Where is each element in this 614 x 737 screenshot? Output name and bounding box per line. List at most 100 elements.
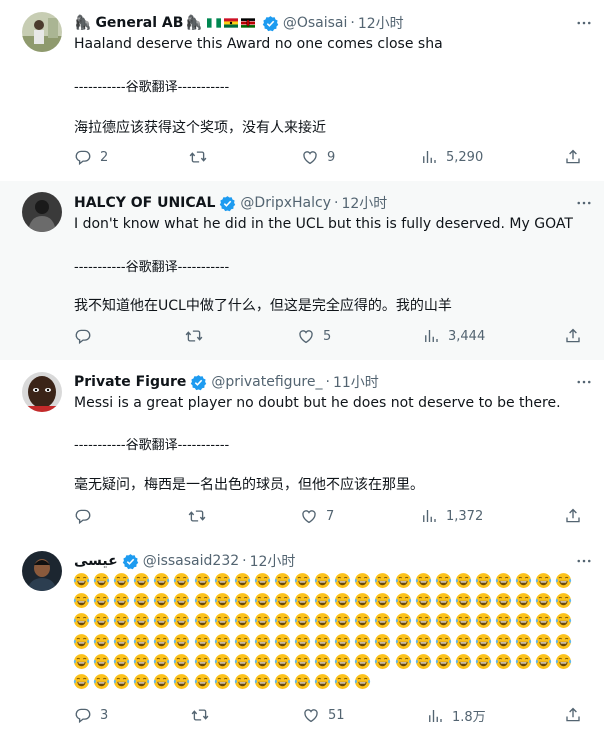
share-button[interactable] [564, 706, 582, 724]
face-with-tears-of-joy-icon [374, 633, 391, 650]
tweet-card[interactable]: عيسى @issasaid232 · 12小时 3 51 1.8万 [0, 539, 604, 737]
face-with-tears-of-joy-icon [194, 612, 211, 629]
face-with-tears-of-joy-icon [535, 592, 552, 609]
tweet-card[interactable]: 🦍 General AB 🦍 @Osaisai · 12小时 Haaland d… [0, 0, 604, 182]
tweet-header: عيسى @issasaid232 · 12小时 [74, 551, 295, 571]
retweet-icon [188, 507, 206, 525]
display-name[interactable]: Private Figure [74, 374, 186, 390]
flag-kenya-icon [240, 18, 255, 28]
retweet-button[interactable] [188, 507, 214, 525]
display-name[interactable]: عيسى [74, 553, 118, 569]
timestamp[interactable]: 11小时 [333, 372, 379, 392]
face-with-tears-of-joy-icon [214, 673, 231, 690]
tweet-card[interactable]: Private Figure @privatefigure_ · 11小时 Me… [0, 360, 604, 540]
display-name[interactable]: General AB [95, 15, 183, 31]
user-handle[interactable]: @privatefigure_ [211, 374, 322, 390]
retweet-button[interactable] [189, 148, 215, 166]
reply-button[interactable]: 3 [74, 706, 108, 724]
face-with-tears-of-joy-icon [475, 572, 492, 589]
face-with-tears-of-joy-icon [234, 572, 251, 589]
separator-dot: · [334, 195, 339, 211]
user-handle[interactable]: @Osaisai [283, 15, 348, 31]
tweet-text: I don't know what he did in the UCL but … [74, 216, 573, 232]
views-count: 1,372 [446, 508, 484, 524]
emoji-row [73, 653, 575, 670]
face-with-tears-of-joy-icon [455, 592, 472, 609]
views-button[interactable]: 3,444 [422, 327, 485, 345]
face-with-tears-of-joy-icon [153, 572, 170, 589]
like-button[interactable]: 9 [301, 148, 335, 166]
face-with-tears-of-joy-icon [93, 673, 110, 690]
timestamp[interactable]: 12小时 [250, 551, 296, 571]
face-with-tears-of-joy-icon [374, 592, 391, 609]
face-with-tears-of-joy-icon [153, 592, 170, 609]
emoji-row [73, 572, 575, 589]
views-count: 1.8万 [452, 710, 486, 725]
more-icon[interactable] [574, 13, 594, 33]
face-with-tears-of-joy-icon [294, 673, 311, 690]
timestamp[interactable]: 12小时 [358, 13, 404, 33]
face-with-tears-of-joy-icon [395, 653, 412, 670]
retweet-button[interactable] [191, 706, 217, 724]
avatar[interactable] [22, 12, 62, 52]
share-button[interactable] [564, 507, 582, 525]
face-with-tears-of-joy-icon [294, 612, 311, 629]
avatar[interactable] [22, 372, 62, 412]
user-handle[interactable]: @issasaid232 [143, 553, 239, 569]
tweet-text: Haaland deserve this Award no one comes … [74, 36, 443, 52]
face-with-tears-of-joy-icon [395, 633, 412, 650]
like-button[interactable]: 5 [297, 327, 331, 345]
face-with-tears-of-joy-icon [93, 572, 110, 589]
verified-badge-icon [190, 374, 207, 391]
face-with-tears-of-joy-icon [374, 612, 391, 629]
verified-badge-icon [122, 553, 139, 570]
tweet-card[interactable]: HALCY OF UNICAL @DripxHalcy · 12小时 I don… [0, 181, 604, 361]
face-with-tears-of-joy-icon [234, 673, 251, 690]
face-with-tears-of-joy-icon [555, 653, 572, 670]
tweet-actions: 7 1,372 [74, 507, 584, 527]
face-with-tears-of-joy-icon [93, 653, 110, 670]
avatar[interactable] [22, 551, 62, 591]
face-with-tears-of-joy-icon [294, 592, 311, 609]
retweet-button[interactable] [185, 327, 211, 345]
avatar[interactable] [22, 192, 62, 232]
face-with-tears-of-joy-icon [274, 633, 291, 650]
views-button[interactable]: 1.8万 [426, 706, 486, 725]
face-with-tears-of-joy-icon [194, 633, 211, 650]
like-button[interactable]: 7 [300, 507, 334, 525]
face-with-tears-of-joy-icon [113, 653, 130, 670]
user-handle[interactable]: @DripxHalcy [240, 195, 331, 211]
retweet-icon [185, 327, 203, 345]
face-with-tears-of-joy-icon [354, 572, 371, 589]
reply-button[interactable] [74, 507, 100, 525]
more-icon[interactable] [574, 551, 594, 571]
face-with-tears-of-joy-icon [334, 673, 351, 690]
face-with-tears-of-joy-icon [415, 612, 432, 629]
face-with-tears-of-joy-icon [153, 673, 170, 690]
face-with-tears-of-joy-icon [395, 592, 412, 609]
reply-button[interactable] [74, 327, 100, 345]
face-with-tears-of-joy-icon [475, 612, 492, 629]
account-emoji-icon: 🦍 [74, 15, 92, 31]
face-with-tears-of-joy-icon [495, 592, 512, 609]
face-with-tears-of-joy-icon [274, 673, 291, 690]
views-button[interactable]: 5,290 [420, 148, 483, 166]
views-icon [422, 327, 440, 345]
separator-dot: · [242, 553, 247, 569]
reply-button[interactable]: 2 [74, 148, 108, 166]
views-button[interactable]: 1,372 [420, 507, 483, 525]
share-button[interactable] [564, 327, 582, 345]
more-icon[interactable] [574, 372, 594, 392]
more-icon[interactable] [574, 193, 594, 213]
reply-count: 3 [100, 707, 109, 723]
face-with-tears-of-joy-icon [254, 592, 271, 609]
timestamp[interactable]: 12小时 [341, 193, 387, 213]
display-name[interactable]: HALCY OF UNICAL [74, 195, 215, 211]
share-button[interactable] [564, 148, 582, 166]
face-with-tears-of-joy-icon [515, 592, 532, 609]
face-with-tears-of-joy-icon [133, 653, 150, 670]
verified-badge-icon [262, 15, 279, 32]
like-button[interactable]: 51 [302, 706, 345, 724]
tweet-translation: 毫无疑问，梅西是一名出色的球员，但他不应该在那里。 [74, 477, 424, 493]
like-count: 7 [326, 508, 335, 524]
